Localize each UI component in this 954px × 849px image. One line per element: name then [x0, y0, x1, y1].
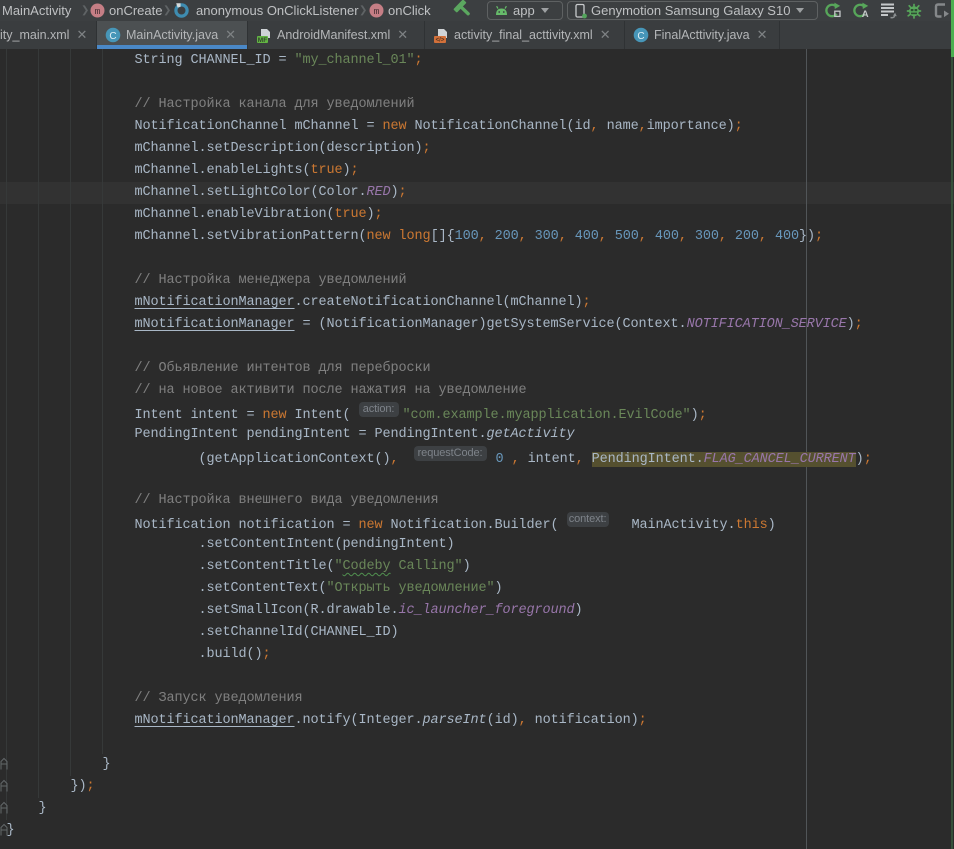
svg-text:A: A [862, 9, 869, 19]
svg-text:C: C [109, 31, 116, 42]
svg-text:</>: </> [436, 37, 445, 43]
svg-text:MF: MF [258, 37, 267, 44]
svg-text:m: m [374, 6, 380, 17]
svg-text:m: m [95, 6, 101, 17]
svg-text:C: C [637, 31, 644, 42]
